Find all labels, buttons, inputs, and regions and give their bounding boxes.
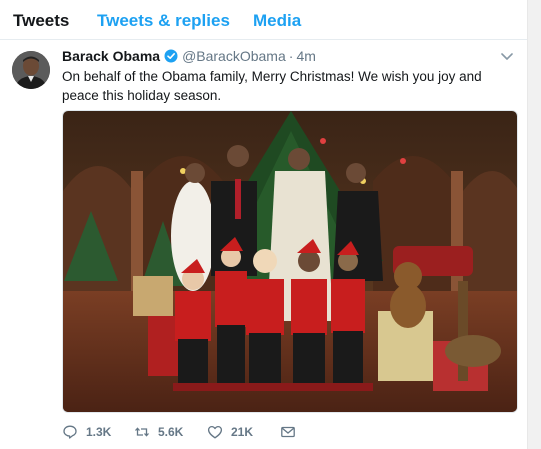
like-button[interactable]: 21K: [207, 424, 253, 440]
tweet-photo[interactable]: [62, 110, 518, 413]
author-handle[interactable]: @BarackObama: [182, 48, 286, 64]
reply-icon: [63, 425, 77, 439]
chevron-down-icon[interactable]: [500, 52, 514, 62]
tweet[interactable]: Barack Obama @BarackObama · 4m On behalf…: [0, 40, 527, 449]
tweet-actions: 1.3K 5.6K 21K: [62, 424, 522, 444]
photo-image-icon: [63, 111, 517, 412]
verified-badge-icon: [164, 49, 178, 63]
retweet-button[interactable]: 5.6K: [134, 424, 183, 440]
tweet-text: On behalf of the Obama family, Merry Chr…: [62, 69, 482, 103]
scrollbar[interactable]: [527, 0, 541, 449]
tab-tweets[interactable]: Tweets: [13, 11, 69, 31]
retweet-icon: [135, 427, 149, 437]
envelope-icon: [281, 426, 295, 438]
retweet-count: 5.6K: [158, 425, 184, 439]
heart-icon: [207, 425, 223, 439]
reply-count: 1.3K: [86, 425, 112, 439]
avatar[interactable]: [12, 51, 50, 89]
avatar-portrait-icon: [12, 51, 50, 89]
like-count: 21K: [231, 425, 254, 439]
profile-tabs: Tweets Tweets & replies Media: [0, 0, 527, 40]
tab-media[interactable]: Media: [253, 11, 301, 31]
author-name[interactable]: Barack Obama: [62, 48, 160, 64]
tweet-timestamp[interactable]: 4m: [296, 48, 315, 64]
tab-tweets-and-replies[interactable]: Tweets & replies: [97, 11, 230, 31]
direct-message-button[interactable]: [280, 424, 296, 440]
reply-button[interactable]: 1.3K: [62, 424, 111, 440]
tweet-header: Barack Obama @BarackObama · 4m: [62, 48, 316, 64]
separator-dot: ·: [288, 48, 294, 64]
